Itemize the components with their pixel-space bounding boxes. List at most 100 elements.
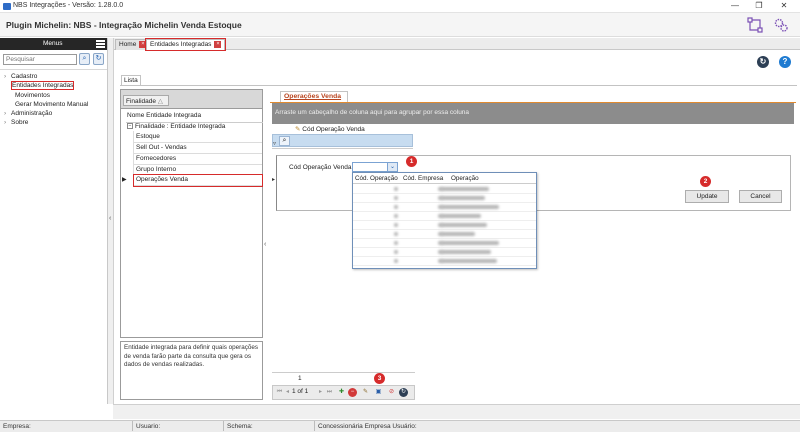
- minimize-button[interactable]: —: [728, 1, 742, 11]
- filter-row: [272, 134, 413, 147]
- dropdown-column-header: Cód. Operação: [355, 175, 398, 182]
- chip-label: Finalidade: [126, 98, 156, 105]
- tab-lista[interactable]: Lista: [121, 75, 141, 85]
- tab-entidades-integradas[interactable]: Entidades Integradas ×: [144, 38, 227, 51]
- dropdown-row[interactable]: [353, 203, 536, 212]
- last-page-icon[interactable]: ⏭: [325, 388, 334, 397]
- group-row[interactable]: − Finalidade : Entidade Integrada: [127, 123, 225, 130]
- list-item[interactable]: Sell Out - Vendas: [134, 143, 262, 154]
- search-icon[interactable]: ⌕: [279, 136, 290, 146]
- save-record-icon[interactable]: ▣: [374, 388, 383, 397]
- divider: [0, 69, 108, 70]
- sidebar-item-movimentos[interactable]: Movimentos: [15, 92, 50, 99]
- chevron-left-icon: ‹: [264, 241, 267, 248]
- dropdown-row[interactable]: [353, 185, 536, 194]
- dropdown-column-header: Operação: [451, 175, 479, 182]
- page-title: Plugin Michelin: NBS - Integração Michel…: [6, 20, 242, 30]
- bottom-area: [113, 404, 800, 419]
- dropdown-row[interactable]: [353, 230, 536, 239]
- sidebar-item-administracao[interactable]: › Administração: [4, 110, 52, 117]
- sidebar-item-gerar-movimento[interactable]: Gerar Movimento Manual: [15, 101, 88, 108]
- status-concessionaria: Concessionária Empresa Usuário:: [318, 423, 417, 430]
- menu-bar: Menus: [0, 38, 108, 50]
- status-schema: Schema:: [227, 423, 253, 430]
- integration-flow-icon[interactable]: [747, 17, 763, 33]
- sidebar-item-entidades-integradas[interactable]: Entidades Integradas: [10, 81, 75, 90]
- status-empresa: Empresa:: [3, 423, 31, 430]
- divider: [272, 148, 413, 149]
- divider: [120, 85, 797, 86]
- list-item[interactable]: Estoque: [134, 132, 262, 143]
- dropdown-row[interactable]: [353, 212, 536, 221]
- combo-dropdown-list[interactable]: Cód. Operação Cód. Empresa Operação: [352, 172, 537, 269]
- delete-record-icon[interactable]: −: [348, 388, 357, 397]
- sidebar-collapse-handle[interactable]: ‹: [108, 38, 114, 404]
- app-header: Plugin Michelin: NBS - Integração Michel…: [0, 13, 800, 37]
- dropdown-row[interactable]: [353, 257, 536, 266]
- dropdown-column-header: Cód. Empresa: [403, 175, 444, 182]
- column-header-label: Cód Operação Venda: [302, 126, 365, 133]
- column-header[interactable]: Nome Entidade Integrada: [127, 112, 201, 119]
- sidebar-item-label: Cadastro: [11, 73, 38, 80]
- current-row-arrow-icon: ▶: [122, 177, 127, 183]
- dropdown-row[interactable]: [353, 248, 536, 257]
- divider: [272, 372, 415, 373]
- maximize-button[interactable]: ❐: [752, 1, 766, 11]
- refresh-icon[interactable]: ↻: [399, 388, 408, 397]
- filter-icon[interactable]: ▿: [273, 140, 276, 147]
- sort-asc-icon: △: [157, 98, 163, 105]
- window-title: NBS Integrações - Versão: 1.28.0.0: [13, 2, 124, 9]
- annotation-badge: 2: [700, 176, 711, 187]
- sidebar-item-label: Administração: [11, 110, 53, 117]
- sidebar-item-cadastro[interactable]: › Cadastro: [4, 73, 37, 80]
- pencil-icon: ✎: [295, 126, 301, 133]
- update-button[interactable]: Update: [685, 190, 729, 203]
- menu-title: Menus: [43, 40, 63, 47]
- close-tab-icon[interactable]: ×: [214, 41, 222, 48]
- dropdown-row[interactable]: [353, 194, 536, 203]
- chevron-right-icon: ›: [4, 119, 7, 126]
- group-chip-finalidade[interactable]: Finalidade △: [123, 95, 169, 106]
- annotation-badge: 3: [374, 373, 385, 384]
- sidebar-item-sobre[interactable]: › Sobre: [4, 119, 28, 126]
- tab-label: Entidades Integradas: [150, 41, 212, 49]
- close-window-button[interactable]: ✕: [777, 1, 791, 11]
- sidebar-item-label: Gerar Movimento Manual: [15, 101, 89, 108]
- app-icon: [3, 3, 11, 10]
- cancel-button[interactable]: Cancel: [739, 190, 782, 203]
- refresh-icon[interactable]: ↻: [757, 56, 769, 68]
- entity-description: Entidade integrada para definir quais op…: [120, 341, 263, 400]
- menu-search-input[interactable]: [3, 54, 77, 65]
- cod-operacao-combo[interactable]: ⌄: [352, 162, 398, 172]
- list-item[interactable]: Fornecedores: [134, 154, 262, 165]
- dropdown-row[interactable]: [353, 239, 536, 248]
- divider: [132, 421, 133, 431]
- chevron-right-icon: ›: [4, 73, 7, 80]
- panel-splitter[interactable]: ‹: [264, 89, 269, 400]
- help-icon[interactable]: ?: [779, 56, 791, 68]
- column-header[interactable]: ✎ Cód Operação Venda: [272, 124, 414, 134]
- chevron-left-icon: ‹: [109, 215, 112, 222]
- add-record-icon[interactable]: ✚: [337, 388, 346, 397]
- tab-operacoes-venda[interactable]: Operações Venda: [280, 91, 348, 102]
- chevron-down-icon[interactable]: ⌄: [387, 163, 397, 171]
- prev-page-icon[interactable]: ◂: [283, 388, 292, 397]
- settings-gears-icon[interactable]: [773, 17, 789, 33]
- page-indicator: 1 of 1: [292, 388, 309, 395]
- group-by-area[interactable]: Arraste um cabeçalho de coluna aqui para…: [272, 103, 794, 124]
- dropdown-row[interactable]: [353, 221, 536, 230]
- edit-record-icon[interactable]: ✎: [361, 388, 370, 397]
- sidebar-item-label: Sobre: [11, 119, 29, 126]
- search-icon[interactable]: ⌕: [79, 53, 90, 65]
- dropdown-header: Cód. Operação Cód. Empresa Operação: [353, 173, 536, 184]
- next-page-icon[interactable]: ▸: [316, 388, 325, 397]
- refresh-search-icon[interactable]: ↻: [93, 53, 104, 65]
- current-row-arrow-icon: ▸: [272, 177, 276, 183]
- hamburger-icon[interactable]: [96, 40, 105, 48]
- divider: [314, 421, 315, 431]
- status-usuario: Usuario:: [136, 423, 161, 430]
- group-row-label: Finalidade : Entidade Integrada: [135, 123, 226, 130]
- collapse-icon: −: [127, 123, 133, 130]
- list-item-selected[interactable]: Operações Venda: [133, 174, 263, 187]
- cancel-edit-icon[interactable]: ⊘: [387, 388, 396, 397]
